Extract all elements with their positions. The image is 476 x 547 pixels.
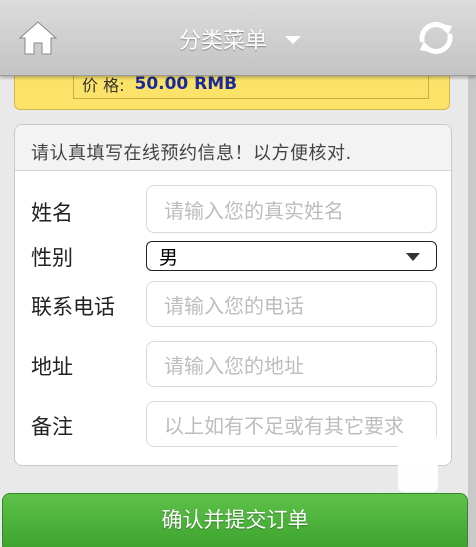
remark-label: 备注: [31, 415, 73, 439]
category-menu-dropdown[interactable]: 分类菜单: [160, 22, 320, 56]
booking-form: 请认真填写在线预约信息！以方便核对. 姓名 请输入您的真实姓名 性别 男 联系电…: [14, 124, 452, 466]
chevron-down-icon: [285, 36, 301, 44]
header-bar: 分类菜单: [0, 0, 476, 76]
address-label: 地址: [31, 355, 73, 379]
address-row: 地址 请输入您的地址: [15, 341, 453, 387]
overlay-blob: [398, 434, 438, 492]
phone-input[interactable]: 请输入您的电话: [146, 281, 437, 327]
home-button[interactable]: [18, 20, 58, 56]
name-row: 姓名 请输入您的真实姓名: [15, 185, 453, 233]
name-label: 姓名: [31, 201, 73, 225]
submit-order-label: 确认并提交订单: [161, 508, 309, 532]
gender-selected-value: 男: [159, 246, 179, 269]
category-menu-label: 分类菜单: [178, 29, 267, 54]
refresh-icon: [419, 22, 453, 54]
refresh-button[interactable]: [414, 18, 458, 58]
gender-row: 性别 男: [15, 241, 453, 271]
chevron-down-icon: [406, 253, 420, 261]
submit-order-button[interactable]: 确认并提交订单: [2, 493, 468, 547]
remark-input[interactable]: 以上如有不足或有其它要求: [146, 401, 437, 447]
form-notice: 请认真填写在线预约信息！以方便核对.: [15, 125, 451, 171]
product-price-box: 价 格: 50.00 RMB: [14, 70, 450, 110]
phone-label: 联系电话: [31, 295, 115, 319]
page-edge: [468, 76, 476, 547]
name-input[interactable]: 请输入您的真实姓名: [146, 185, 437, 233]
home-icon: [18, 21, 58, 55]
gender-label: 性别: [31, 246, 73, 270]
gender-select[interactable]: 男: [146, 241, 437, 271]
remark-row: 备注 以上如有不足或有其它要求: [15, 401, 453, 447]
price-value: 50.00 RMB: [134, 74, 238, 94]
phone-row: 联系电话 请输入您的电话: [15, 281, 453, 327]
address-input[interactable]: 请输入您的地址: [146, 341, 437, 387]
